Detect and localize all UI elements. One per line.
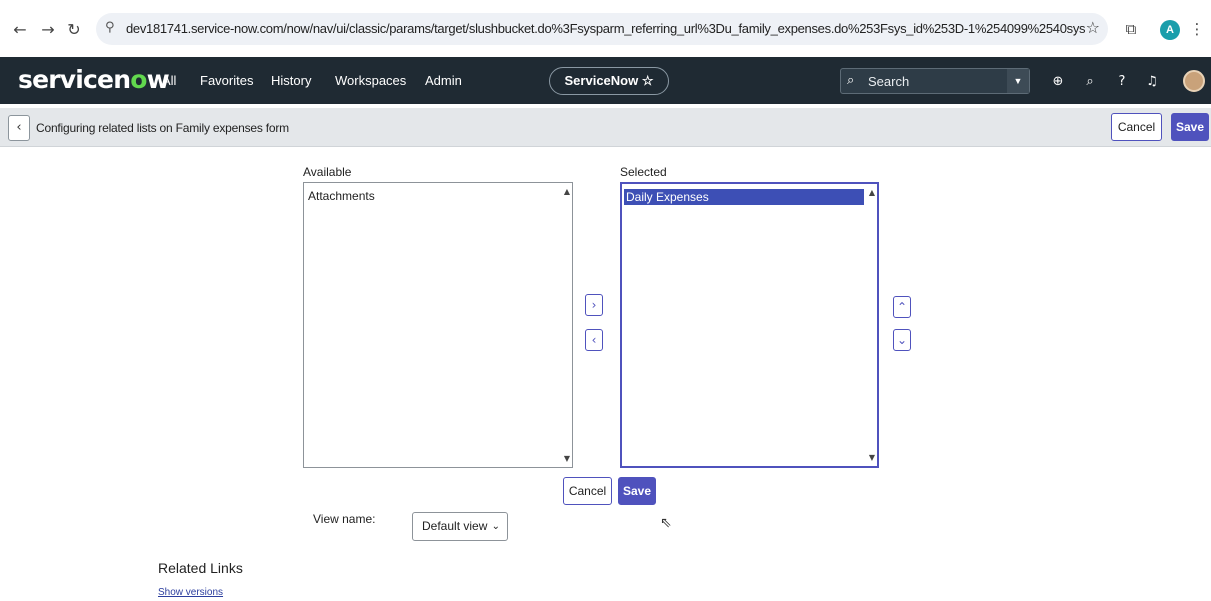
form-header: ‹ Configuring related lists on Family ex… [0, 108, 1211, 147]
nav-history[interactable]: History [271, 73, 311, 88]
scroll-up-icon[interactable]: ▲ [869, 188, 875, 197]
puzzle-icon[interactable]: ⧉ [1122, 20, 1140, 38]
show-versions-link[interactable]: Show versions [158, 587, 223, 598]
cancel-button[interactable]: Cancel [1111, 113, 1162, 141]
forward-arrow-icon[interactable]: → [38, 20, 58, 40]
scroll-down-icon[interactable]: ▼ [564, 454, 570, 463]
selected-label: Selected [620, 165, 667, 179]
servicenow-logo[interactable]: servicenow [18, 65, 170, 94]
search-input[interactable]: Search [868, 74, 909, 89]
slushbucket-cancel-button[interactable]: Cancel [563, 477, 612, 505]
view-name-select[interactable]: Default view ⌄ [412, 512, 508, 541]
star-icon[interactable]: ☆ [1086, 18, 1100, 37]
available-list[interactable]: Attachments ▲ ▼ [303, 182, 573, 468]
view-name-label: View name: [313, 512, 376, 526]
list-item[interactable]: Attachments [306, 188, 556, 204]
list-item[interactable]: Daily Expenses [624, 189, 864, 205]
tune-icon[interactable]: ⚲ [105, 20, 115, 35]
mouse-cursor-icon: ⇖ [660, 515, 672, 531]
nav-all[interactable]: All [162, 73, 176, 88]
remove-from-selected-button[interactable]: ‹ [585, 329, 603, 351]
available-label: Available [303, 165, 352, 179]
scroll-down-icon[interactable]: ▼ [869, 453, 875, 462]
nav-admin[interactable]: Admin [425, 73, 462, 88]
nav-favorites[interactable]: Favorites [200, 73, 253, 88]
related-links-heading: Related Links [158, 560, 243, 576]
logo-text: servicen [18, 65, 131, 94]
instance-pill[interactable]: ServiceNow ☆ [549, 67, 669, 95]
search-icon: ⌕ [847, 73, 855, 88]
add-to-selected-button[interactable]: › [585, 294, 603, 316]
browser-toolbar: ← → ↻ ⚲ dev181741.service-now.com/now/na… [0, 0, 1211, 56]
back-arrow-icon[interactable]: ← [10, 20, 30, 40]
app-header: servicenow All Favorites History Workspa… [0, 57, 1211, 104]
logo-accent: o [130, 65, 147, 94]
address-bar[interactable]: ⚲ dev181741.service-now.com/now/nav/ui/c… [96, 13, 1108, 45]
slushbucket-save-button[interactable]: Save [618, 477, 656, 505]
help-icon[interactable]: ? [1114, 74, 1130, 89]
page-title: Configuring related lists on Family expe… [36, 121, 289, 135]
view-name-value: Default view [422, 519, 488, 533]
back-button[interactable]: ‹ [8, 115, 30, 141]
scroll-up-icon[interactable]: ▲ [564, 187, 570, 196]
move-down-button[interactable]: ⌄ [893, 329, 911, 351]
chat-icon[interactable]: ⌕ [1082, 74, 1098, 89]
chevron-down-icon: ⌄ [491, 521, 500, 532]
bell-icon[interactable]: ♫ [1144, 74, 1160, 89]
global-search[interactable]: ⌕ Search [840, 68, 1030, 94]
move-up-button[interactable]: ⌃ [893, 296, 911, 318]
globe-icon[interactable]: ⊕ [1050, 74, 1066, 89]
user-avatar[interactable] [1183, 70, 1205, 92]
profile-avatar[interactable]: A [1160, 20, 1180, 40]
search-dropdown-button[interactable]: ▼ [1007, 69, 1029, 93]
kebab-menu-icon[interactable]: ⋮ [1188, 20, 1206, 38]
selected-list[interactable]: Daily Expenses ▲ ▼ [620, 182, 879, 468]
nav-workspaces[interactable]: Workspaces [335, 73, 406, 88]
reload-icon[interactable]: ↻ [64, 20, 84, 40]
url-text[interactable]: dev181741.service-now.com/now/nav/ui/cla… [126, 21, 1086, 36]
save-button[interactable]: Save [1171, 113, 1209, 141]
